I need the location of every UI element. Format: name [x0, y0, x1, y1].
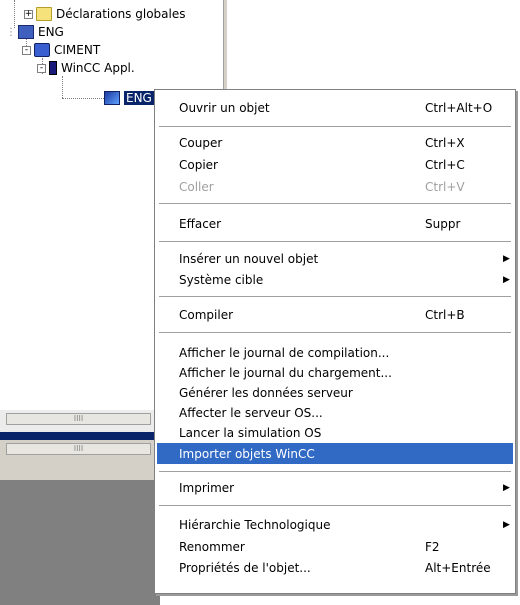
context-menu: Ouvrir un objet Ctrl+Alt+O Couper Ctrl+X C…: [154, 89, 516, 594]
project-icon: [18, 25, 34, 39]
submenu-arrow-icon: ▶: [503, 274, 510, 285]
menu-separator: [159, 296, 511, 297]
menu-item-show-load-log[interactable]: Afficher le journal du chargement...: [157, 362, 513, 383]
workspace-background: [0, 480, 160, 605]
folder-icon: [36, 7, 52, 21]
menu-item-target-system[interactable]: Système cible ▶: [157, 269, 513, 290]
menu-separator: [159, 203, 511, 204]
tree-node-label: ENG: [38, 25, 64, 39]
tree-node-global-declarations[interactable]: + Déclarations globales: [24, 5, 185, 23]
collapse-icon[interactable]: -: [22, 45, 31, 55]
tree-connector: [62, 98, 104, 99]
menu-item-cut[interactable]: Couper Ctrl+X: [157, 132, 513, 153]
menu-item-assign-os-server[interactable]: Affecter le serveur OS...: [157, 402, 513, 423]
horizontal-scrollbar[interactable]: IIII: [0, 410, 160, 432]
os-icon: [104, 91, 120, 105]
tree-node-label: WinCC Appl.: [61, 61, 135, 75]
submenu-arrow-icon: ▶: [503, 482, 510, 493]
tree-node-ciment[interactable]: - CIMENT: [22, 41, 100, 59]
menu-separator: [159, 126, 511, 127]
menu-item-compile[interactable]: Compiler Ctrl+B: [157, 304, 513, 325]
tree-node-eng-project[interactable]: ⋮ ENG: [6, 23, 64, 41]
menu-item-object-properties[interactable]: Propriétés de l'objet... Alt+Entrée: [157, 557, 513, 578]
scrollbar-thumb[interactable]: IIII: [6, 413, 151, 425]
menu-item-rename[interactable]: Renommer F2: [157, 536, 513, 557]
pane-divider: [0, 432, 160, 440]
submenu-arrow-icon: ▶: [503, 519, 510, 530]
expand-icon[interactable]: +: [24, 9, 33, 19]
menu-item-import-wincc-objects[interactable]: Importer objets WinCC: [157, 443, 513, 464]
tree-node-label: CIMENT: [54, 43, 101, 57]
tree-node-eng-os[interactable]: ENG: [104, 89, 154, 107]
tree-node-label: Déclarations globales: [56, 7, 186, 21]
station-icon: [34, 43, 50, 57]
tree-node-wincc-appl[interactable]: - WinCC Appl.: [37, 59, 135, 77]
menu-item-generate-server-data[interactable]: Générer les données serveur: [157, 382, 513, 403]
menu-item-show-compile-log[interactable]: Afficher le journal de compilation...: [157, 342, 513, 363]
wincc-application-icon: [49, 61, 57, 75]
menu-item-start-os-simulation[interactable]: Lancer la simulation OS: [157, 422, 513, 443]
menu-item-copy[interactable]: Copier Ctrl+C: [157, 154, 513, 175]
tree-connector: [62, 76, 63, 98]
pane-spacer: [0, 460, 160, 480]
submenu-arrow-icon: ▶: [503, 253, 510, 264]
menu-separator: [159, 471, 511, 472]
menu-separator: [159, 505, 511, 506]
menu-item-delete[interactable]: Effacer Suppr: [157, 213, 513, 234]
menu-separator: [159, 332, 511, 333]
menu-item-print[interactable]: Imprimer ▶: [157, 477, 513, 498]
menu-separator: [159, 241, 511, 242]
menu-item-insert-new-object[interactable]: Insérer un nouvel objet ▶: [157, 248, 513, 269]
tree-connector-icon: ⋮: [6, 26, 16, 38]
menu-item-open-object[interactable]: Ouvrir un objet Ctrl+Alt+O: [157, 97, 513, 118]
collapse-icon[interactable]: -: [37, 63, 46, 73]
scrollbar-thumb[interactable]: IIII: [6, 443, 151, 455]
tree-node-label-selected: ENG: [124, 91, 154, 105]
horizontal-scrollbar[interactable]: IIII: [0, 440, 160, 460]
menu-item-technological-hierarchy[interactable]: Hiérarchie Technologique ▶: [157, 514, 513, 535]
menu-item-paste: Coller Ctrl+V: [179, 179, 465, 194]
